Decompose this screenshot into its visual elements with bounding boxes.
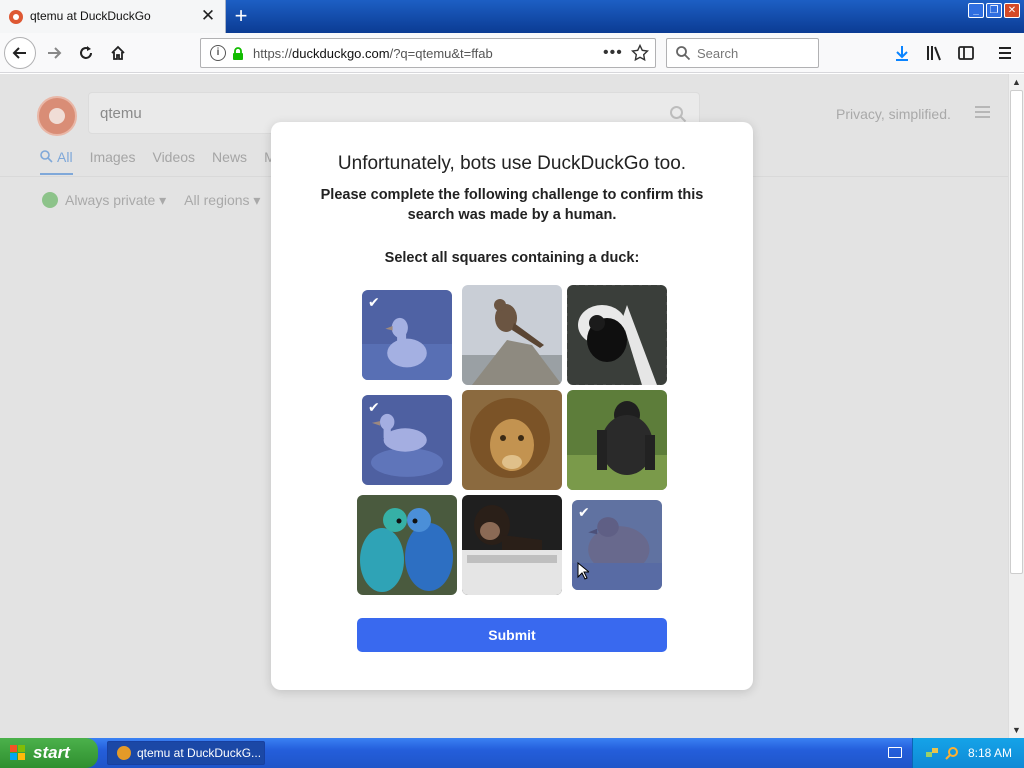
hamburger-menu-icon[interactable] <box>996 44 1014 62</box>
tab-title: qtemu at DuckDuckGo <box>30 9 151 23</box>
privacy-tagline[interactable]: Privacy, simplified. <box>836 106 951 122</box>
taskbar-window-label: qtemu at DuckDuckG... <box>137 746 262 760</box>
challenge-tile-8[interactable] <box>462 495 562 595</box>
challenge-tile-3[interactable] <box>567 285 667 385</box>
tab-news[interactable]: News <box>212 149 247 175</box>
duckduckgo-favicon-icon <box>9 10 23 24</box>
reload-icon <box>80 46 92 59</box>
always-private-filter[interactable]: Always private ▾ <box>42 192 166 209</box>
close-window-icon[interactable]: ✕ <box>1004 3 1020 18</box>
challenge-tile-7[interactable] <box>357 495 457 595</box>
url-text: https://duckduckgo.com/?q=qtemu&t=ffab <box>253 46 493 61</box>
page-scrollbar[interactable]: ▲ ▼ <box>1008 74 1024 738</box>
page-actions-icon[interactable]: ••• <box>603 44 623 62</box>
search-tray-icon[interactable] <box>945 746 959 760</box>
submit-button[interactable]: Submit <box>357 618 667 652</box>
downloads-icon[interactable] <box>893 44 911 62</box>
result-tabs: All Images Videos News M <box>40 149 276 175</box>
url-path: /?q=qtemu&t=ffab <box>389 46 493 61</box>
colobus-monkey-image <box>567 285 667 385</box>
home-icon <box>111 45 125 60</box>
region-filter[interactable]: All regions ▾ <box>184 192 260 209</box>
tab-all-label: All <box>57 149 73 165</box>
site-info-icon[interactable]: i <box>210 45 226 61</box>
forward-button[interactable] <box>38 37 70 69</box>
taskbar-window-button[interactable]: qtemu at DuckDuckG... <box>107 741 265 765</box>
gorilla-image <box>567 390 667 490</box>
result-filters: Always private ▾ All regions ▾ <box>42 192 260 209</box>
forward-arrow-icon <box>48 47 62 59</box>
tab-images[interactable]: Images <box>90 149 136 175</box>
window-controls: _ ❐ ✕ <box>968 3 1020 18</box>
checkmark-icon: ✔ <box>368 294 380 310</box>
network-icon[interactable] <box>925 746 939 760</box>
challenge-title: Unfortunately, bots use DuckDuckGo too. <box>337 153 687 174</box>
lock-icon <box>233 47 243 60</box>
challenge-tile-2[interactable] <box>462 285 562 385</box>
url-prefix: https:// <box>253 46 293 61</box>
challenge-subtitle: Please complete the following challenge … <box>320 187 704 223</box>
browser-tab[interactable]: qtemu at DuckDuckGo ✕ <box>0 0 226 33</box>
parakeets-image <box>357 495 457 595</box>
back-button[interactable] <box>4 37 36 69</box>
bookmark-star-icon[interactable] <box>631 44 649 62</box>
url-bar[interactable]: i https://duckduckgo.com/?q=qtemu&t=ffab… <box>200 38 656 68</box>
lion-image <box>462 390 562 490</box>
home-button[interactable] <box>102 37 134 69</box>
sidebar-icon[interactable] <box>957 44 975 62</box>
back-arrow-icon <box>12 47 26 59</box>
search-placeholder: Search <box>697 46 739 61</box>
checkmark-icon: ✔ <box>368 399 380 415</box>
new-tab-icon[interactable]: + <box>230 4 252 28</box>
always-private-label: Always private ▾ <box>65 192 167 208</box>
privacy-check-icon <box>42 192 58 208</box>
bird-on-rock-image <box>462 285 562 385</box>
chimpanzee-image <box>462 495 562 595</box>
windows-taskbar: start qtemu at DuckDuckG... 8:18 AM <box>0 738 1024 768</box>
clock[interactable]: 8:18 AM <box>968 746 1012 760</box>
bot-challenge-dialog: Unfortunately, bots use DuckDuckGo too. … <box>271 122 753 690</box>
checkmark-icon: ✔ <box>578 504 590 520</box>
library-icon[interactable] <box>925 44 943 62</box>
search-icon <box>40 150 53 163</box>
challenge-tile-4[interactable]: ✔ <box>362 395 452 485</box>
windows-flag-icon <box>10 745 25 760</box>
query-text: qtemu <box>100 105 142 122</box>
start-label: start <box>33 743 70 762</box>
mouse-pointer-icon <box>577 562 589 580</box>
search-icon[interactable] <box>669 105 687 123</box>
challenge-tile-5[interactable] <box>462 390 562 490</box>
search-icon <box>676 46 691 61</box>
challenge-prompt: Select all squares containing a duck: <box>384 250 640 266</box>
scroll-up-arrow-icon[interactable]: ▲ <box>1009 74 1024 90</box>
reload-button[interactable] <box>70 37 102 69</box>
system-tray: 8:18 AM <box>912 738 1024 768</box>
page-menu-icon[interactable] <box>975 106 990 118</box>
tab-all[interactable]: All <box>40 149 73 175</box>
url-host: duckduckgo.com <box>292 46 390 61</box>
start-button[interactable]: start <box>0 738 98 768</box>
firefox-icon <box>117 746 131 760</box>
scroll-down-arrow-icon[interactable]: ▼ <box>1009 722 1024 738</box>
scroll-thumb[interactable] <box>1010 90 1023 574</box>
browser-tab-bar: qtemu at DuckDuckGo ✕ + _ ❐ ✕ <box>0 0 1024 33</box>
minimize-icon[interactable]: _ <box>968 3 984 18</box>
navigation-toolbar: i https://duckduckgo.com/?q=qtemu&t=ffab… <box>0 33 1024 73</box>
keyboard-icon[interactable] <box>888 747 902 758</box>
duckduckgo-logo[interactable] <box>37 96 77 136</box>
browser-search-input[interactable]: Search <box>666 38 819 68</box>
challenge-tile-1[interactable]: ✔ <box>362 290 452 380</box>
restore-icon[interactable]: ❐ <box>986 3 1002 18</box>
challenge-tile-6[interactable] <box>567 390 667 490</box>
tab-videos[interactable]: Videos <box>152 149 195 175</box>
close-tab-icon[interactable]: ✕ <box>198 6 218 26</box>
